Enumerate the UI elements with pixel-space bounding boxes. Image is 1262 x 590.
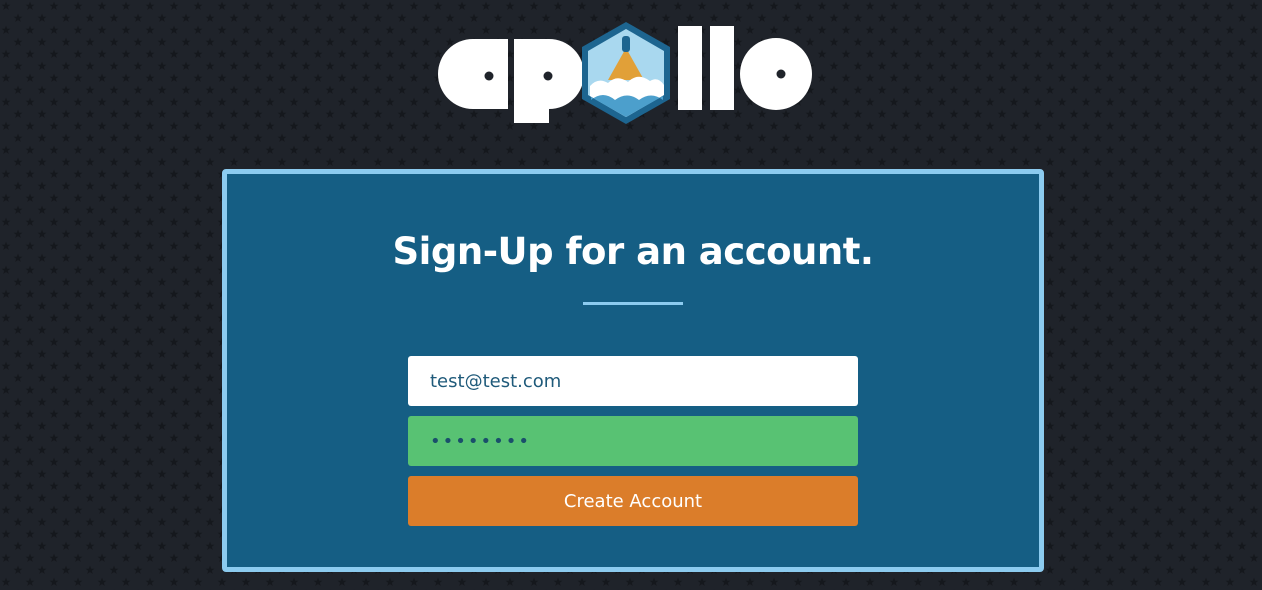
create-account-button[interactable]: Create Account [408, 476, 858, 526]
signup-panel: Sign-Up for an account. Create Account [222, 169, 1044, 572]
email-field[interactable] [408, 356, 858, 406]
title-divider [583, 302, 683, 305]
page-title: Sign-Up for an account. [392, 230, 874, 273]
password-field[interactable] [408, 416, 858, 466]
logo-letters-llo [678, 26, 812, 110]
logo-letter-a [438, 39, 508, 109]
apollo-logo: apollo [438, 22, 812, 124]
rocket-hexagon-icon [582, 22, 670, 124]
logo-letter-p [514, 39, 584, 123]
